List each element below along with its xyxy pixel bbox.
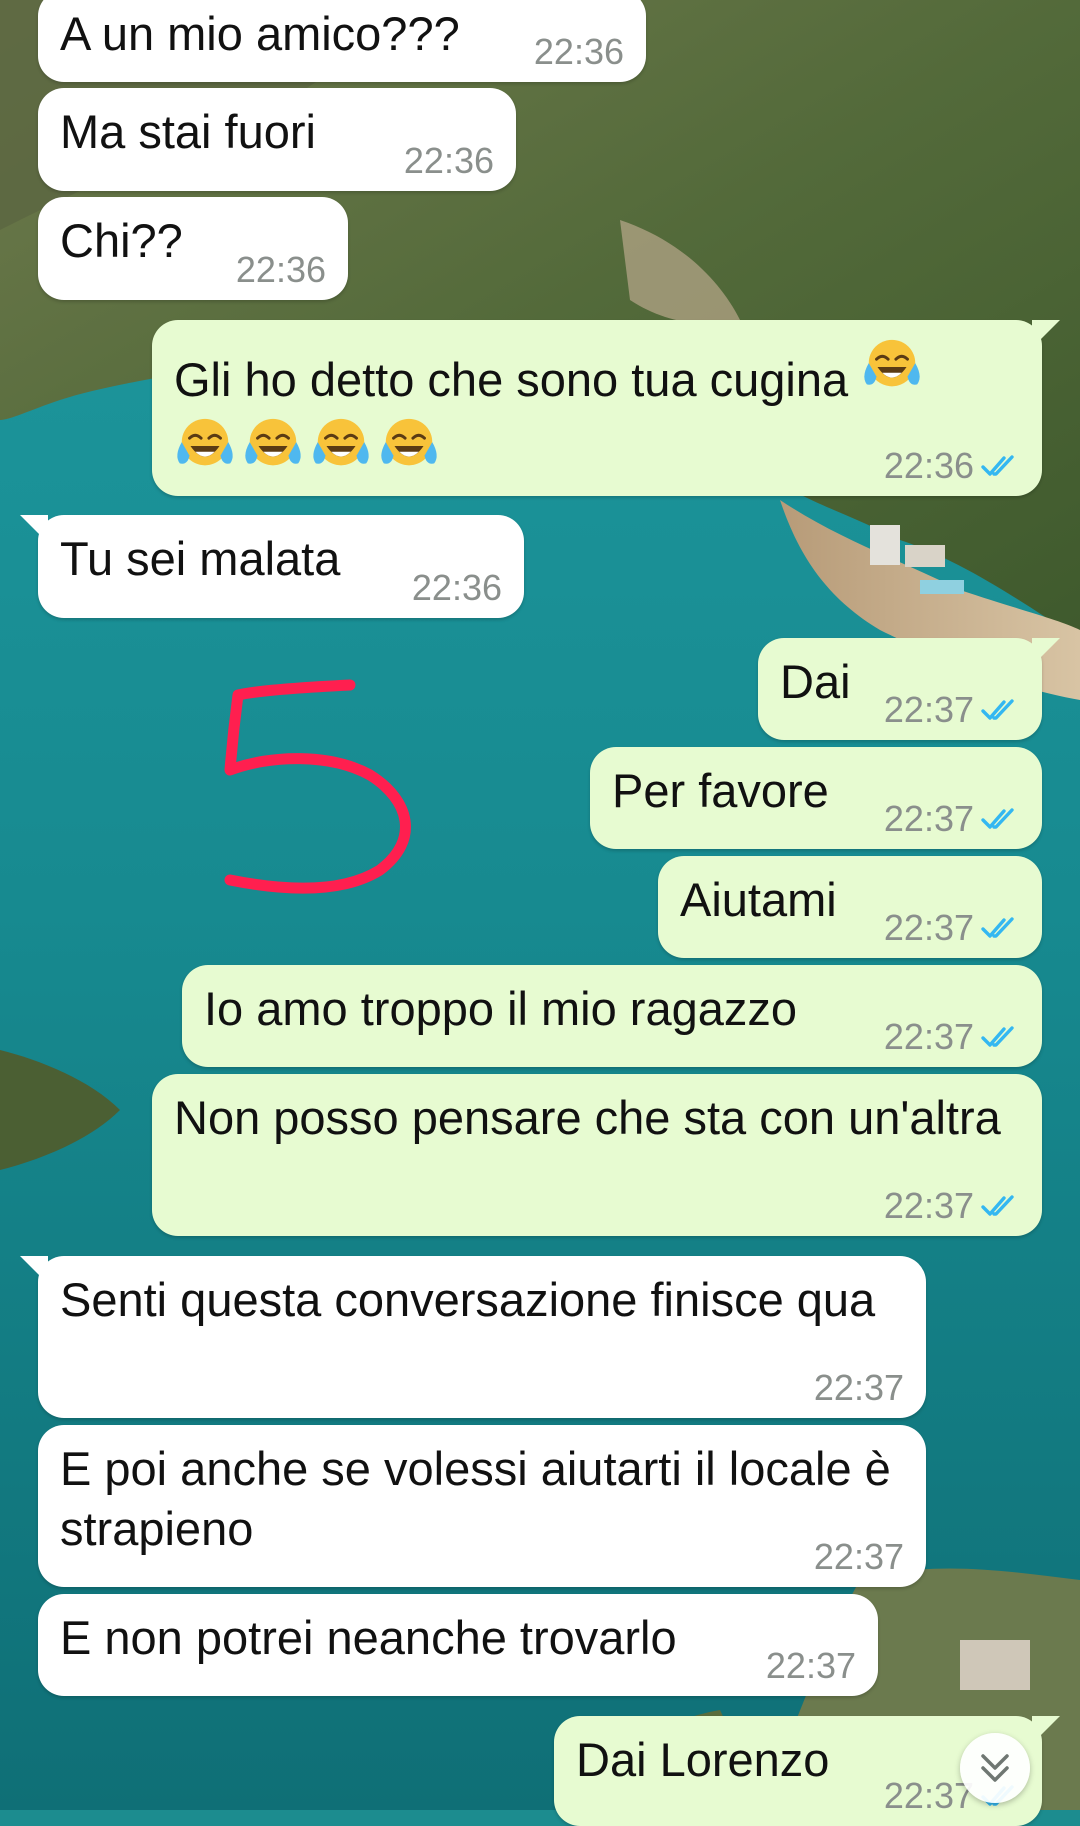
timestamp-text: 22:37 — [883, 689, 974, 730]
message-timestamp: 22:37 — [884, 908, 1020, 948]
incoming-message-bubble[interactable]: Ma stai fuori 22:36 — [38, 88, 516, 191]
message-text: E poi anche se volessi aiutarti il local… — [60, 1442, 891, 1555]
message-timestamp: 22:36 — [404, 141, 494, 181]
timestamp-text: 22:37 — [883, 1185, 974, 1226]
message-timestamp: 22:36 — [884, 446, 1020, 486]
incoming-message-bubble[interactable]: Tu sei malata 22:36 — [20, 515, 524, 618]
timestamp-text: 22:37 — [883, 907, 974, 948]
tears-of-joy-emoji-icon — [381, 418, 437, 465]
incoming-message-bubble[interactable]: A un mio amico??? 22:36 — [38, 0, 646, 82]
timestamp-text: 22:36 — [403, 140, 494, 181]
timestamp-text: 22:36 — [883, 445, 974, 486]
message-text: E non potrei neanche trovarlo — [60, 1611, 677, 1664]
tears-of-joy-emoji-icon — [177, 418, 233, 465]
timestamp-text: 22:37 — [765, 1645, 856, 1686]
message-timestamp: 22:36 — [534, 32, 624, 72]
read-receipt-icon — [981, 917, 1014, 938]
timestamp-text: 22:36 — [235, 249, 326, 290]
tears-of-joy-emoji-icon — [864, 339, 920, 387]
incoming-message-bubble[interactable]: Chi?? 22:36 — [38, 197, 348, 300]
read-receipt-icon — [981, 808, 1014, 829]
tears-of-joy-emoji-icon — [313, 418, 369, 465]
hand-drawn-number-annotation — [224, 679, 411, 894]
message-timestamp: 22:37 — [884, 799, 1020, 839]
timestamp-text: 22:37 — [813, 1536, 904, 1577]
timestamp-text: 22:36 — [533, 31, 624, 72]
incoming-message-bubble[interactable]: Senti questa conversazione finisce qua 22… — [20, 1256, 926, 1418]
message-timestamp: 22:37 — [766, 1646, 856, 1686]
message-timestamp: 22:37 — [884, 690, 1020, 730]
outgoing-message-bubble[interactable]: Gli ho detto che sono tua cugina 22:36 — [152, 320, 1060, 496]
incoming-message-bubble[interactable]: E poi anche se volessi aiutarti il local… — [38, 1425, 926, 1587]
read-receipt-icon — [981, 1026, 1014, 1047]
message-text: Gli ho detto che sono tua cugina — [174, 334, 1020, 410]
timestamp-text: 22:37 — [883, 1775, 974, 1816]
message-timestamp: 22:37 — [884, 1186, 1020, 1226]
read-receipt-icon — [981, 455, 1014, 476]
tears-of-joy-emoji-icon — [245, 418, 301, 465]
outgoing-message-bubble[interactable]: Non posso pensare che sta con un'altra 22… — [152, 1074, 1042, 1236]
double-chevron-down-icon — [981, 1754, 1009, 1782]
outgoing-message-bubble[interactable]: Dai 22:37 — [758, 638, 1060, 740]
scroll-to-bottom-button[interactable] — [960, 1733, 1030, 1803]
message-timestamp: 22:37 — [814, 1537, 904, 1577]
timestamp-text: 22:37 — [813, 1367, 904, 1408]
message-timestamp: 22:37 — [884, 1017, 1020, 1057]
timestamp-text: 22:37 — [883, 1016, 974, 1057]
outgoing-message-bubble[interactable]: Aiutami 22:37 — [658, 856, 1042, 958]
message-timestamp: 22:36 — [236, 250, 326, 290]
message-timestamp: 22:36 — [412, 568, 502, 608]
timestamp-text: 22:37 — [883, 798, 974, 839]
emoji-row — [174, 413, 440, 475]
read-receipt-icon — [981, 699, 1014, 720]
outgoing-message-bubble[interactable]: Io amo troppo il mio ragazzo 22:37 — [182, 965, 1042, 1067]
message-text: Non posso pensare che sta con un'altra — [174, 1091, 1001, 1144]
incoming-message-bubble[interactable]: E non potrei neanche trovarlo 22:37 — [38, 1594, 878, 1696]
timestamp-text: 22:36 — [411, 567, 502, 608]
message-timestamp: 22:37 — [814, 1368, 904, 1408]
read-receipt-icon — [981, 1195, 1014, 1216]
message-text: Senti questa conversazione finisce qua — [60, 1273, 876, 1326]
outgoing-message-bubble[interactable]: Per favore 22:37 — [590, 747, 1042, 849]
